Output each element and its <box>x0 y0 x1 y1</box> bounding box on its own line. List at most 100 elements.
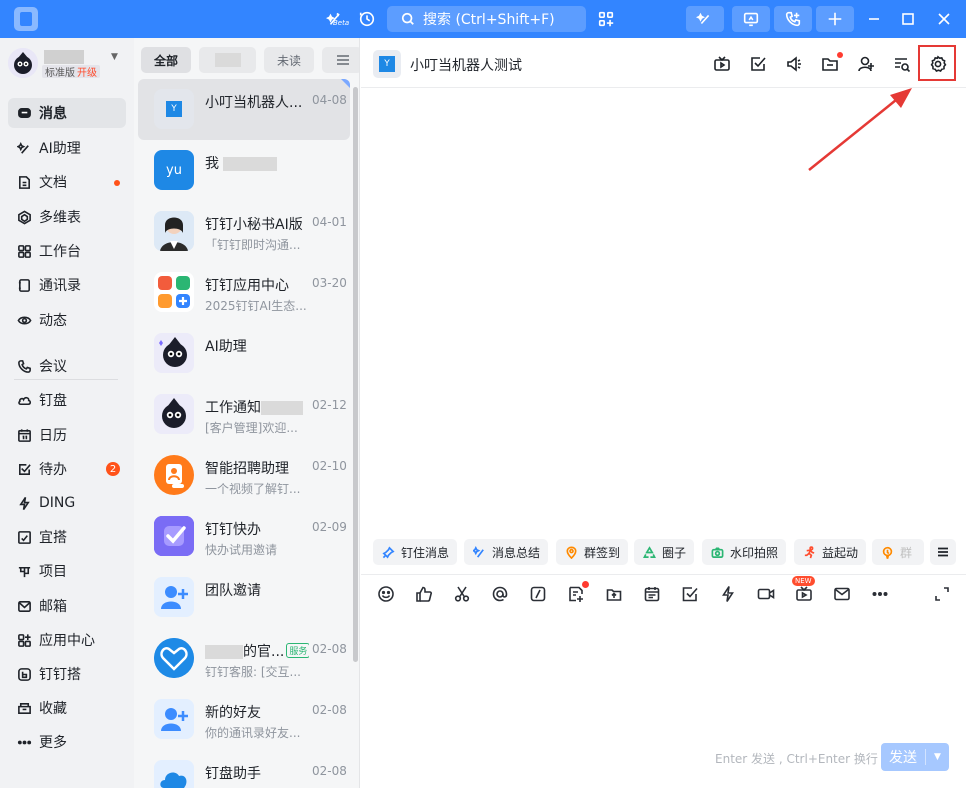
new-button[interactable] <box>816 6 854 32</box>
dingda-icon <box>16 666 32 682</box>
screen-cast-icon <box>743 12 759 27</box>
live-stream-icon[interactable]: NEW <box>792 576 815 604</box>
send-button[interactable]: 发送 ▼ <box>881 743 949 771</box>
eye-icon <box>16 312 32 328</box>
announcement-icon[interactable] <box>784 54 804 74</box>
quick-action-summary[interactable]: 消息总结 <box>464 539 549 565</box>
screen-share-button[interactable] <box>732 6 770 32</box>
thumbs-up-icon[interactable] <box>414 584 434 604</box>
list-item[interactable]: 智能招聘助理 02-10 一个视频了解钉... <box>138 445 350 506</box>
profile-area[interactable]: 标准版 开级 ▼ <box>8 48 128 82</box>
camera-icon <box>710 545 724 559</box>
nav-item-label: 钉盘 <box>39 393 67 409</box>
quick-action-check-in[interactable]: 群签到 <box>556 539 629 565</box>
nav-item-drive[interactable]: 钉盘 <box>8 385 126 415</box>
task-check-icon[interactable] <box>680 584 700 604</box>
upload-file-icon[interactable] <box>604 584 624 604</box>
quick-action-watermark-camera[interactable]: 水印拍照 <box>702 539 787 565</box>
list-item[interactable]: Y 小叮当机器人... 04-08 <box>138 79 350 140</box>
send-options-chevron-icon[interactable]: ▼ <box>926 752 949 762</box>
nav-item-meeting[interactable]: 会议 <box>8 351 126 381</box>
list-item[interactable]: yu 我 <box>138 140 350 201</box>
list-item[interactable]: 钉盘助手 02-08 <box>138 750 350 788</box>
nav-item-dingda[interactable]: 钉钉搭 <box>8 659 126 689</box>
mini-apps-icon[interactable] <box>596 9 616 29</box>
emoji-icon[interactable] <box>376 584 396 604</box>
nav-item-ai-assistant[interactable]: AI助理 <box>8 133 126 163</box>
avatar <box>154 760 194 788</box>
conversation-scrollbar[interactable] <box>353 87 358 662</box>
list-item[interactable]: 团队邀请 <box>138 567 350 628</box>
tab-unread[interactable]: 未读 <box>264 47 314 73</box>
more-tools-icon[interactable] <box>870 584 890 604</box>
mail-envelope-icon[interactable] <box>832 584 852 604</box>
quick-action-group-more[interactable]: 群 <box>872 539 924 565</box>
message-icon <box>16 105 32 121</box>
chat-avatar[interactable]: Y <box>373 50 401 78</box>
nav-item-ding[interactable]: DING <box>8 488 126 518</box>
command-slash-icon[interactable] <box>528 584 548 604</box>
avatar <box>154 333 194 373</box>
list-item[interactable]: 的官... 服务 02-08 钉钉客服: [交互... <box>138 628 350 689</box>
list-item[interactable]: 新的好友 02-08 你的通讯录好友... <box>138 689 350 750</box>
conversation-preview: 钉钉客服: [交互... <box>205 665 301 679</box>
nav-item-docs[interactable]: 文档 <box>8 167 126 197</box>
quick-action-charity-run[interactable]: 益起动 <box>794 539 867 565</box>
quick-actions-menu-icon[interactable] <box>930 539 956 565</box>
conversation-name: 小叮当机器人... <box>205 95 303 111</box>
nav-item-messages[interactable]: 消息 <box>8 98 126 128</box>
call-button[interactable] <box>774 6 812 32</box>
conversation-preview: 快办试用邀请 <box>205 543 278 557</box>
live-tv-icon[interactable] <box>712 54 732 74</box>
close-button[interactable] <box>934 9 954 29</box>
minimize-button[interactable] <box>864 9 884 29</box>
ding-lightning-icon[interactable] <box>718 584 738 604</box>
history-icon[interactable] <box>357 9 377 29</box>
nav-item-contacts[interactable]: 通讯录 <box>8 270 126 300</box>
chevron-down-icon[interactable]: ▼ <box>111 52 118 62</box>
chat-title[interactable]: 小叮当机器人测试 <box>410 55 522 75</box>
quick-action-pin-message[interactable]: 钉住消息 <box>373 539 458 565</box>
tab-redacted[interactable] <box>199 47 256 73</box>
conversation-date: 02-09 <box>312 520 347 534</box>
list-item[interactable]: 钉钉快办 02-09 快办试用邀请 <box>138 506 350 567</box>
nav-item-project[interactable]: 项目 <box>8 556 126 586</box>
ai-assistant-button[interactable] <box>686 6 724 32</box>
group-files-icon[interactable] <box>820 52 843 74</box>
nav-item-calendar[interactable]: 日历 <box>8 420 126 450</box>
nav-item-workbench[interactable]: 工作台 <box>8 236 126 266</box>
nav-item-label: AI助理 <box>39 141 81 157</box>
filter-menu-icon[interactable] <box>335 52 351 68</box>
nav-item-todo[interactable]: 待办 2 <box>8 454 126 484</box>
nav-item-mail[interactable]: 邮箱 <box>8 591 126 621</box>
schedule-calendar-icon[interactable] <box>642 584 662 604</box>
nav-item-app-center[interactable]: 应用中心 <box>8 625 126 655</box>
maximize-button[interactable] <box>898 9 918 29</box>
search-history-icon[interactable] <box>892 54 912 74</box>
favorites-icon <box>16 700 32 716</box>
quick-action-circle[interactable]: 圈子 <box>634 539 695 565</box>
nav-item-more[interactable]: 更多 <box>8 727 126 757</box>
search-input[interactable]: 搜索 (Ctrl+Shift+F) <box>387 6 586 32</box>
mention-icon[interactable] <box>490 584 510 604</box>
screenshot-scissors-icon[interactable] <box>452 584 472 604</box>
user-avatar[interactable] <box>8 48 38 78</box>
todo-icon[interactable] <box>748 54 768 74</box>
nav-item-multi-table[interactable]: 多维表 <box>8 202 126 232</box>
list-item[interactable]: 钉钉应用中心 03-20 2025钉钉AI生态... <box>138 262 350 323</box>
video-call-icon[interactable] <box>756 584 776 604</box>
nav-item-favorites[interactable]: 收藏 <box>8 693 126 723</box>
nav-item-label: 消息 <box>39 106 67 122</box>
nav-item-feed[interactable]: 动态 <box>8 305 126 335</box>
list-item[interactable]: AI助理 <box>138 323 350 384</box>
add-member-icon[interactable] <box>856 54 876 74</box>
list-item[interactable]: 工作通知 02-12 [客户管理]欢迎... <box>138 384 350 445</box>
list-item[interactable]: 钉钉小秘书AI版 04-01 「钉钉即时沟通... <box>138 201 350 262</box>
tier-badge[interactable]: 标准版 开级 <box>42 65 100 79</box>
nav-item-yida[interactable]: 宜搭 <box>8 522 126 552</box>
expand-editor-icon[interactable] <box>932 584 952 604</box>
tab-all[interactable]: 全部 <box>141 47 191 73</box>
send-label: 发送 <box>889 750 917 766</box>
maximize-icon <box>902 13 914 25</box>
docs-plus-icon[interactable] <box>566 581 589 604</box>
